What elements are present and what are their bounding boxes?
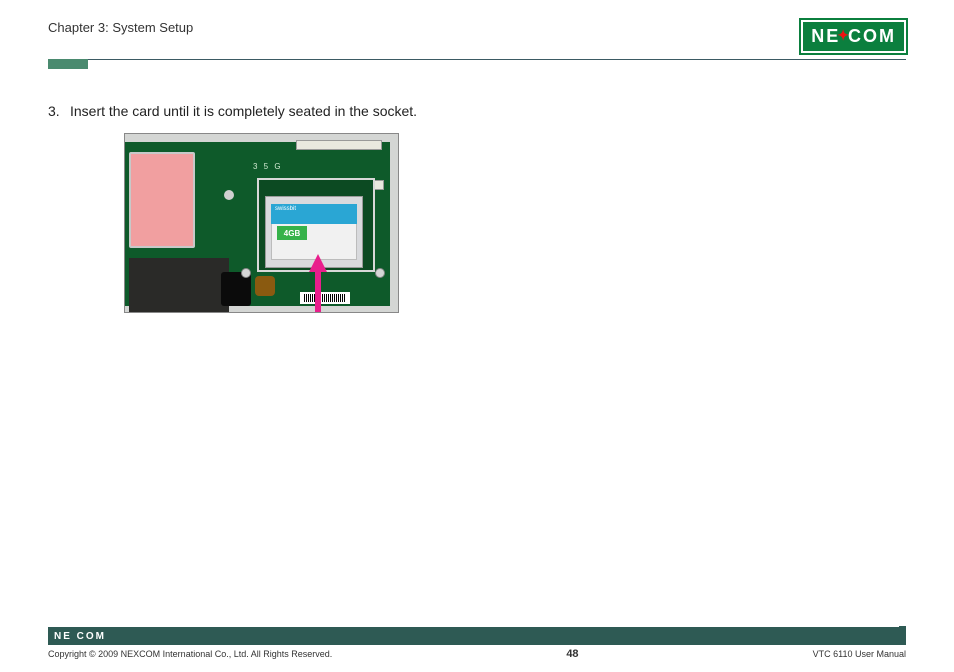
- heatsink: [129, 258, 229, 313]
- logo-part-com: COM: [848, 26, 896, 47]
- header-green-tab: [48, 59, 88, 69]
- standoff: [224, 190, 234, 200]
- chapter-title: Chapter 3: System Setup: [48, 20, 193, 35]
- footer-bar: NE COM: [48, 627, 906, 645]
- ffc-connector-top: [296, 140, 382, 150]
- step-number: 3.: [48, 103, 62, 119]
- footer-ornament-icon: [884, 627, 906, 645]
- manual-page: Chapter 3: System Setup NE✦COM 3. Insert…: [0, 0, 954, 672]
- install-photo: 3 5 G swissbit 4GB: [124, 133, 399, 313]
- barcode-sticker: [300, 292, 350, 304]
- insert-arrow-icon: [311, 254, 325, 313]
- document-title: VTC 6110 User Manual: [813, 649, 906, 659]
- step-text: Insert the card until it is completely s…: [70, 103, 417, 119]
- screw-right: [375, 268, 385, 278]
- arrow-shaft: [315, 268, 321, 313]
- instruction-step: 3. Insert the card until it is completel…: [48, 103, 906, 119]
- screw-left: [241, 268, 251, 278]
- silkscreen-label: 3 5 G: [253, 162, 283, 171]
- header-rule: [48, 59, 906, 60]
- page-header: Chapter 3: System Setup NE✦COM: [48, 20, 906, 53]
- cf-card-brand: swissbit: [275, 206, 296, 212]
- logo-part-ne: NE: [811, 26, 840, 47]
- nexcom-logo: NE✦COM: [801, 20, 906, 53]
- thermal-pad: [129, 152, 195, 248]
- page-number: 48: [566, 648, 578, 660]
- footer-row: Copyright © 2009 NEXCOM International Co…: [48, 648, 906, 660]
- copyright-text: Copyright © 2009 NEXCOM International Co…: [48, 649, 332, 659]
- inductor-coil: [255, 276, 275, 296]
- footer-nexcom-logo: NE COM: [54, 631, 106, 642]
- cf-card-capacity: 4GB: [277, 226, 307, 240]
- page-footer: NE COM Copyright © 2009 NEXCOM Internati…: [48, 627, 906, 660]
